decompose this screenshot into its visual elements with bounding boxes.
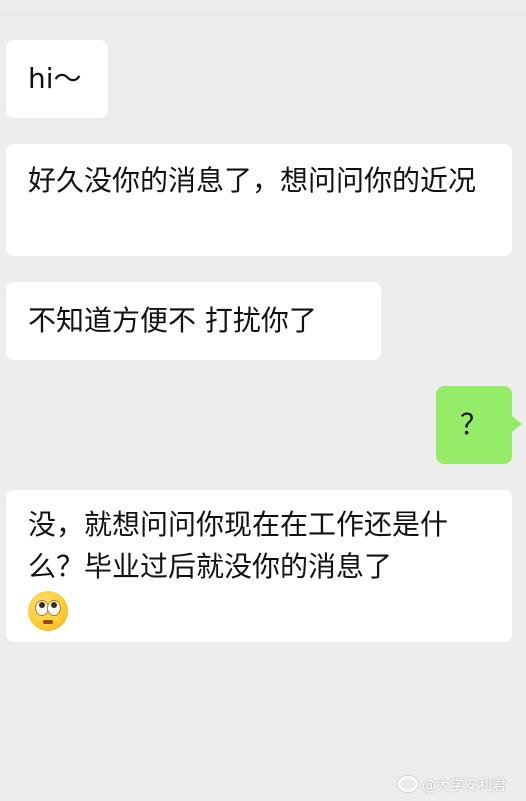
- message-bubble-received[interactable]: hi～: [6, 40, 108, 118]
- flushed-face-emoji-icon: [28, 591, 68, 631]
- message-bubble-received[interactable]: 不知道方便不 打扰你了: [6, 282, 381, 360]
- watermark: @大学安利君: [398, 775, 506, 795]
- message-text: hi～: [28, 62, 82, 95]
- message-bubble-received[interactable]: 好久没你的消息了，想问问你的近况: [6, 144, 512, 256]
- message-text: ？: [459, 408, 488, 441]
- top-divider: [0, 0, 526, 15]
- message-text: 好久没你的消息了，想问问你的近况: [28, 164, 477, 197]
- message-bubble-sent[interactable]: ？: [436, 386, 522, 464]
- weibo-logo-icon: [398, 776, 418, 792]
- watermark-text: @大学安利君: [422, 778, 506, 794]
- message-text: 不知道方便不 打扰你了: [28, 304, 317, 337]
- message-bubble-received[interactable]: 没，就想问问你现在在工作还是什么？毕业过后就没你的消息了: [6, 490, 512, 642]
- message-text: 没，就想问问你现在在工作还是什么？毕业过后就没你的消息了: [28, 508, 449, 583]
